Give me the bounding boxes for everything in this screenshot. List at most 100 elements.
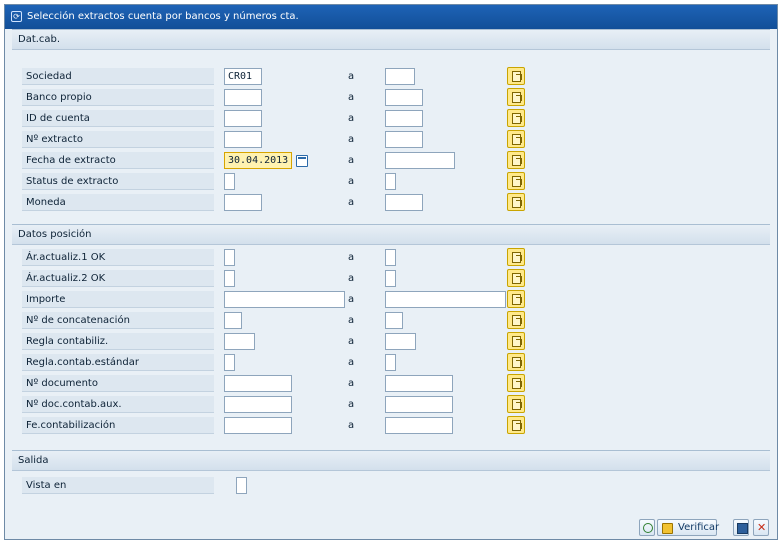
group-title: Dat.cab.	[12, 30, 770, 50]
moneda-from-input[interactable]	[224, 194, 262, 211]
range-to-label: a	[348, 294, 355, 305]
sociedad-from-input[interactable]: CR01	[224, 68, 262, 85]
row-banco-propio: Banco propio a	[12, 88, 770, 107]
execute-icon[interactable]	[639, 519, 655, 536]
multiple-selection-icon[interactable]	[507, 172, 525, 190]
vista-en-input[interactable]	[236, 477, 247, 494]
multiple-selection-icon[interactable]	[507, 269, 525, 287]
field-label: Ár.actualiz.2 OK	[22, 270, 214, 287]
group-position-data: Datos posición Ár.actualiz.1 OK a Ár.act…	[12, 224, 770, 443]
multiple-selection-icon[interactable]	[507, 109, 525, 127]
banco-propio-to-input[interactable]	[385, 89, 423, 106]
verify-label: Verificar	[678, 522, 720, 533]
numero-extracto-from-input[interactable]	[224, 131, 262, 148]
group-title: Datos posición	[12, 225, 770, 245]
regla-contabiliz-to-input[interactable]	[385, 333, 416, 350]
numero-doc-contab-aux-to-input[interactable]	[385, 396, 453, 413]
importe-to-input[interactable]	[385, 291, 506, 308]
row-moneda: Moneda a	[12, 193, 770, 212]
range-to-label: a	[348, 420, 355, 431]
id-cuenta-from-input[interactable]	[224, 110, 262, 127]
dialog-window: ⟳ Selección extractos cuenta por bancos …	[4, 4, 778, 540]
field-label: Nº de concatenación	[22, 312, 214, 329]
save-icon[interactable]	[733, 519, 749, 536]
sociedad-to-input[interactable]	[385, 68, 415, 85]
row-id-cuenta: ID de cuenta a	[12, 109, 770, 128]
status-extracto-to-input[interactable]	[385, 173, 396, 190]
range-to-label: a	[348, 71, 355, 82]
multiple-selection-icon[interactable]	[507, 193, 525, 211]
verify-icon	[662, 523, 673, 534]
range-to-label: a	[348, 155, 355, 166]
group-title: Salida	[12, 451, 770, 471]
regla-contab-estandar-to-input[interactable]	[385, 354, 396, 371]
row-regla-contab-estandar: Regla.contab.estándar a	[12, 353, 770, 372]
verify-button[interactable]: Verificar	[657, 519, 720, 536]
fecha-extracto-from-input[interactable]: 30.04.2013	[224, 152, 292, 169]
row-numero-extracto: Nº extracto a	[12, 130, 770, 149]
importe-from-input[interactable]	[224, 291, 345, 308]
range-to-label: a	[348, 92, 355, 103]
row-status-extracto: Status de extracto a	[12, 172, 770, 191]
fecha-extracto-to-input[interactable]	[385, 152, 455, 169]
group-header-data: Dat.cab. Sociedad CR01 a Banco propio a …	[12, 29, 770, 213]
numero-concatenacion-to-input[interactable]	[385, 312, 403, 329]
multiple-selection-icon[interactable]	[507, 416, 525, 434]
multiple-selection-icon[interactable]	[507, 374, 525, 392]
numero-extracto-to-input[interactable]	[385, 131, 423, 148]
multiple-selection-icon[interactable]	[507, 290, 525, 308]
banco-propio-from-input[interactable]	[224, 89, 262, 106]
field-label: Sociedad	[22, 68, 214, 85]
regla-contabiliz-from-input[interactable]	[224, 333, 255, 350]
row-fecha-contabilizacion: Fe.contabilización a	[12, 416, 770, 435]
range-to-label: a	[348, 134, 355, 145]
field-label: ID de cuenta	[22, 110, 214, 127]
field-label: Fe.contabilización	[22, 417, 214, 434]
multiple-selection-icon[interactable]	[507, 151, 525, 169]
multiple-selection-icon[interactable]	[507, 311, 525, 329]
fecha-contabilizacion-to-input[interactable]	[385, 417, 453, 434]
multiple-selection-icon[interactable]	[507, 332, 525, 350]
row-numero-concatenacion: Nº de concatenación a	[12, 311, 770, 330]
area-actualiz-1-from-input[interactable]	[224, 249, 235, 266]
title-bar: ⟳ Selección extractos cuenta por bancos …	[5, 5, 777, 29]
range-to-label: a	[348, 197, 355, 208]
footer-toolbar: Verificar	[637, 515, 777, 539]
range-to-label: a	[348, 252, 355, 263]
numero-doc-contab-aux-from-input[interactable]	[224, 396, 292, 413]
fecha-contabilizacion-from-input[interactable]	[224, 417, 292, 434]
multiple-selection-icon[interactable]	[507, 67, 525, 85]
range-to-label: a	[348, 113, 355, 124]
window-icon: ⟳	[11, 11, 22, 22]
cancel-icon[interactable]	[753, 519, 769, 536]
multiple-selection-icon[interactable]	[507, 353, 525, 371]
row-regla-contabiliz: Regla contabiliz. a	[12, 332, 770, 351]
field-label: Moneda	[22, 194, 214, 211]
field-label: Nº documento	[22, 375, 214, 392]
row-area-actualiz-2: Ár.actualiz.2 OK a	[12, 269, 770, 288]
numero-documento-to-input[interactable]	[385, 375, 453, 392]
row-numero-documento: Nº documento a	[12, 374, 770, 393]
row-fecha-extracto: Fecha de extracto 30.04.2013 a	[12, 151, 770, 170]
status-extracto-from-input[interactable]	[224, 173, 235, 190]
field-label: Importe	[22, 291, 214, 308]
multiple-selection-icon[interactable]	[507, 395, 525, 413]
area-actualiz-2-to-input[interactable]	[385, 270, 396, 287]
area-actualiz-2-from-input[interactable]	[224, 270, 235, 287]
calendar-icon[interactable]	[296, 155, 308, 167]
multiple-selection-icon[interactable]	[507, 88, 525, 106]
range-to-label: a	[348, 357, 355, 368]
field-label: Nº extracto	[22, 131, 214, 148]
row-vista-en: Vista en	[12, 477, 770, 495]
area-actualiz-1-to-input[interactable]	[385, 249, 396, 266]
numero-concatenacion-from-input[interactable]	[224, 312, 242, 329]
moneda-to-input[interactable]	[385, 194, 423, 211]
numero-documento-from-input[interactable]	[224, 375, 292, 392]
id-cuenta-to-input[interactable]	[385, 110, 423, 127]
window-title: Selección extractos cuenta por bancos y …	[27, 11, 299, 22]
multiple-selection-icon[interactable]	[507, 248, 525, 266]
regla-contab-estandar-from-input[interactable]	[224, 354, 235, 371]
range-to-label: a	[348, 399, 355, 410]
range-to-label: a	[348, 273, 355, 284]
multiple-selection-icon[interactable]	[507, 130, 525, 148]
